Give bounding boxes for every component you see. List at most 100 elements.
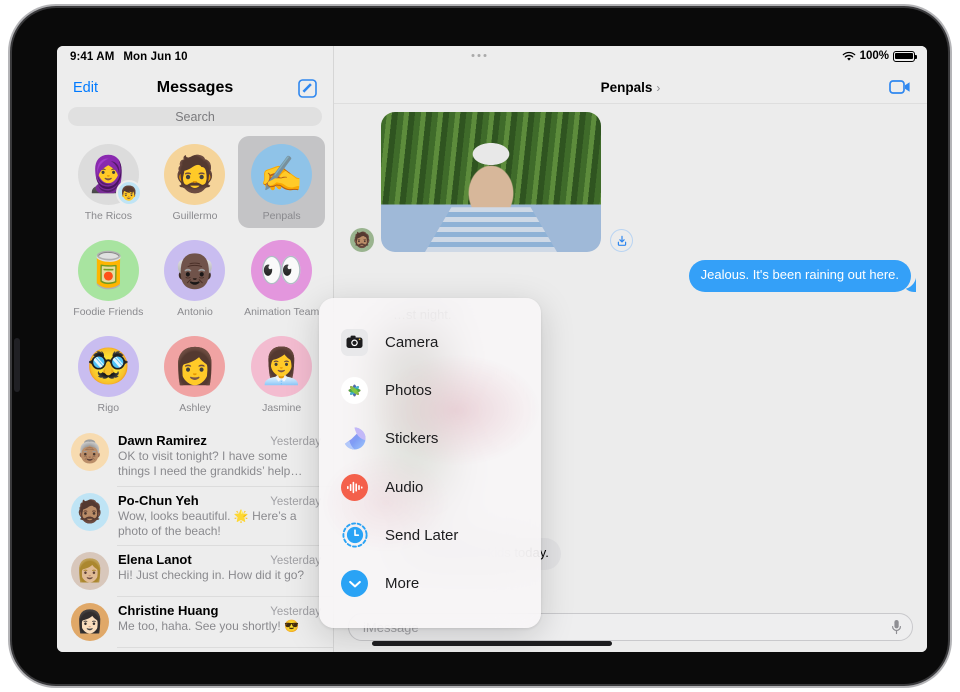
- avatar: 👩‍💼: [251, 336, 313, 397]
- message-bubble-outgoing[interactable]: Jealous. It's been raining out here.: [688, 260, 917, 292]
- conversation-name: Po-Chun Yeh: [118, 492, 199, 508]
- avatar-secondary: 👦: [115, 180, 142, 206]
- menu-item-label: Stickers: [385, 430, 439, 448]
- pinned-item-ashley[interactable]: 👩 Ashley: [152, 328, 239, 420]
- pinned-item-label: Penpals: [262, 210, 301, 222]
- conversation-list-item[interactable]: 👩🏼 Elena Lanot Yesterday Hi! Just checking …: [57, 545, 333, 596]
- pinned-item-label: The Ricos: [84, 210, 132, 222]
- conversation-list-item[interactable]: 👩🏻 Christine Huang Yesterday Me too, haha. …: [57, 596, 333, 647]
- facetime-video-icon[interactable]: [889, 79, 911, 95]
- avatar: 🧔🏽: [71, 492, 109, 531]
- conversation-title-button[interactable]: Penpals ›: [601, 80, 661, 95]
- pinned-item-label: Foodie Friends: [73, 306, 144, 318]
- pinned-item-foodie-friends[interactable]: 🥫 Foodie Friends: [65, 232, 152, 324]
- pinned-item-label: Rigo: [97, 402, 120, 414]
- avatar: 🥫: [77, 240, 139, 301]
- stickers-icon: [341, 425, 368, 452]
- conversation-item-body: Po-Chun Yeh Yesterday Wow, looks beautiful…: [118, 493, 321, 540]
- camera-icon: [341, 328, 368, 356]
- pinned-item-the-ricos[interactable]: 🧕 👦 The Ricos: [65, 136, 152, 228]
- avatar: 🧔🏽: [350, 228, 374, 252]
- pinned-conversations-grid: 🧕 👦 The Ricos 🧔 Guillermo ✍️ Penpals 🥫 Foodie Fr…: [57, 126, 333, 424]
- conversation-item-header: Christine Huang Yesterday: [118, 603, 321, 618]
- conversation-list-item[interactable]: 👵🏽 Dawn Ramirez Yesterday OK to visit tonig…: [57, 426, 333, 486]
- conversation-title: Penpals: [600, 80, 653, 95]
- avatar: 🧕 👦: [77, 144, 142, 206]
- ipad-screen: 9:41 AM Mon Jun 10 Edit Messages Search …: [57, 46, 927, 652]
- avatar: 🧔: [164, 144, 226, 205]
- conversation-preview: OK to visit tonight? I have some things …: [118, 449, 303, 479]
- conversation-item-body: Christine Huang Yesterday Me too, haha. Se…: [118, 603, 321, 641]
- ipad-device-frame: 9:41 AM Mon Jun 10 Edit Messages Search …: [12, 8, 948, 684]
- audio-icon: [341, 473, 368, 501]
- menu-item-label: Camera: [385, 333, 439, 351]
- menu-item-more[interactable]: More: [319, 560, 541, 608]
- conversation-item-body: Elena Lanot Yesterday Hi! Just checking in…: [118, 552, 321, 590]
- sidebar-nav-bar: Edit Messages: [57, 70, 333, 106]
- photo-attachment[interactable]: [381, 112, 601, 252]
- attachment-menu[interactable]: Camera Photos Stickers Audio Send Later More: [319, 298, 541, 628]
- pinned-item-antonio[interactable]: 👴🏿 Antonio: [152, 232, 239, 324]
- status-bar-left: 9:41 AM Mon Jun 10: [70, 51, 188, 63]
- status-date: Mon Jun 10: [123, 51, 188, 63]
- conversation-item-header: Po-Chun Yeh Yesterday: [118, 493, 321, 508]
- pinned-item-label: Animation Team: [244, 306, 320, 318]
- photos-icon: [341, 376, 368, 404]
- microphone-icon[interactable]: [891, 619, 902, 636]
- conversation-timestamp: Yesterday: [270, 555, 321, 568]
- conversation-list-item[interactable]: 🧑🏽Magico MartinezYesterday: [57, 647, 333, 652]
- avatar: 👵🏽: [71, 433, 109, 471]
- send-later-clock-icon: [341, 522, 368, 549]
- pinned-item-guillermo[interactable]: 🧔 Guillermo: [152, 136, 239, 228]
- pinned-item-label: Jasmine: [262, 402, 302, 414]
- pinned-item-label: Guillermo: [172, 210, 218, 222]
- messages-sidebar: 9:41 AM Mon Jun 10 Edit Messages Search …: [57, 46, 334, 652]
- conversation-header: Penpals ›: [334, 46, 927, 104]
- edit-button[interactable]: Edit: [73, 80, 98, 96]
- avatar: 👀: [251, 240, 313, 301]
- menu-item-stickers[interactable]: Stickers: [319, 415, 541, 463]
- conversation-preview: Wow, looks beautiful. 🌟 Here’s a photo o…: [118, 508, 297, 539]
- search-input[interactable]: Search: [68, 107, 322, 126]
- chevron-right-icon: ›: [656, 80, 661, 95]
- conversation-timestamp: Yesterday: [270, 606, 321, 619]
- avatar: 👩: [164, 336, 226, 397]
- conversation-name: Elena Lanot: [118, 552, 192, 568]
- conversation-timestamp: Yesterday: [270, 436, 321, 448]
- menu-item-photos[interactable]: Photos: [319, 366, 541, 414]
- menu-item-label: Send Later: [385, 526, 459, 544]
- pinned-item-label: Ashley: [179, 402, 211, 414]
- avatar: 👩🏻: [71, 603, 109, 642]
- conversation-item-header: Elena Lanot Yesterday: [118, 552, 321, 567]
- device-side-button[interactable]: [14, 338, 20, 392]
- conversation-preview: Me too, haha. See you shortly! 😎: [118, 619, 300, 634]
- compose-icon[interactable]: [298, 78, 317, 98]
- page-title: Messages: [156, 79, 234, 96]
- status-time: 9:41 AM: [70, 51, 115, 63]
- pinned-item-animation-team[interactable]: 👀 Animation Team: [238, 232, 325, 324]
- pinned-item-label: Antonio: [177, 306, 213, 318]
- conversation-item-header: Dawn Ramirez Yesterday: [118, 433, 321, 448]
- pinned-item-jasmine[interactable]: 👩‍💼 Jasmine: [238, 328, 325, 420]
- conversation-list: 👵🏽 Dawn Ramirez Yesterday OK to visit tonig…: [57, 424, 333, 652]
- conversation-name: Dawn Ramirez: [118, 433, 207, 448]
- menu-item-label: Photos: [385, 381, 432, 399]
- message-row: 🧔🏽: [350, 112, 911, 252]
- home-indicator[interactable]: [372, 641, 612, 646]
- avatar: 👩🏼: [71, 552, 109, 591]
- save-icon[interactable]: [610, 229, 633, 252]
- pinned-item-rigo[interactable]: 🥸 Rigo: [65, 328, 152, 420]
- pinned-item-penpals[interactable]: ✍️ Penpals: [238, 136, 325, 228]
- conversation-name: Christine Huang: [118, 603, 219, 619]
- conversation-list-item[interactable]: 🧔🏽 Po-Chun Yeh Yesterday Wow, looks beautif…: [57, 485, 333, 546]
- menu-item-send-later[interactable]: Send Later: [319, 511, 541, 559]
- menu-item-camera[interactable]: Camera: [319, 318, 541, 366]
- conversation-preview: Hi! Just checking in. How did it go?: [118, 568, 305, 583]
- message-row: Jealous. It's been raining out here.: [350, 260, 917, 292]
- conversation-item-body: Dawn Ramirez Yesterday OK to visit tonight…: [118, 433, 321, 480]
- status-bar: 9:41 AM Mon Jun 10: [57, 46, 333, 70]
- conversation-timestamp: Yesterday: [270, 495, 321, 508]
- menu-item-audio[interactable]: Audio: [319, 463, 541, 511]
- avatar: ✍️: [251, 144, 313, 205]
- chevron-down-icon: [341, 570, 368, 598]
